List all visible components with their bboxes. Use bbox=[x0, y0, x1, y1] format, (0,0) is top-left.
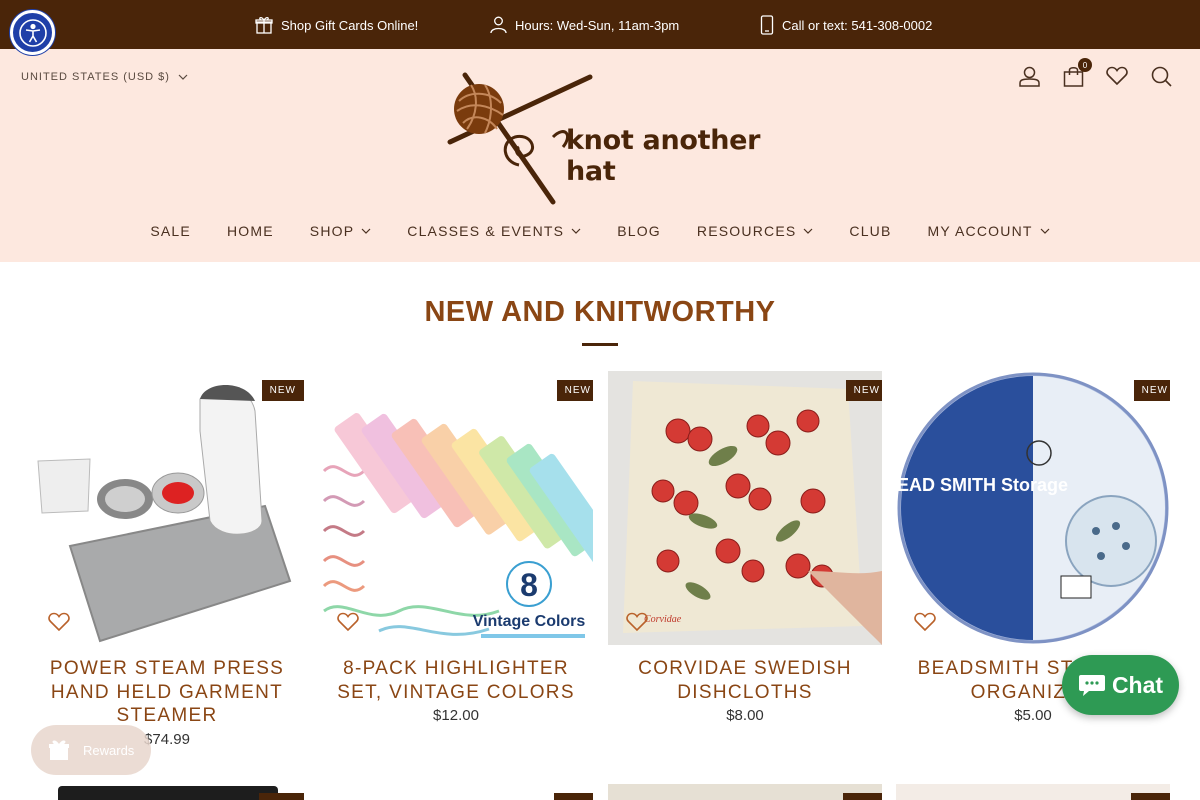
new-badge: NEW bbox=[261, 380, 304, 401]
product-name[interactable]: POWER STEAM PRESS HAND HELD GARMENT STEA… bbox=[30, 657, 304, 728]
search-button[interactable] bbox=[1150, 65, 1172, 87]
add-to-wishlist-button[interactable] bbox=[48, 612, 70, 637]
chat-bubble-icon bbox=[1078, 675, 1105, 696]
hours-info: Hours: Wed-Sun, 11am-3pm bbox=[490, 14, 679, 36]
nav-club[interactable]: CLUB bbox=[849, 223, 891, 239]
heart-icon bbox=[1106, 66, 1128, 86]
product-name[interactable]: 8-PACK HIGHLIGHTER SET, VINTAGE COLORS bbox=[319, 657, 593, 704]
product-card-partial[interactable] bbox=[608, 784, 882, 800]
rewards-label: Rewards bbox=[83, 742, 135, 758]
nav-classes-events[interactable]: CLASSES & EVENTS bbox=[407, 223, 581, 239]
image-number: 8 bbox=[520, 567, 538, 603]
shopify-chat-button[interactable]: Chat bbox=[1062, 655, 1179, 715]
currency-label: UNITED STATES (USD $) bbox=[21, 71, 170, 83]
nav-sale[interactable]: SALE bbox=[150, 223, 191, 239]
gift-icon bbox=[255, 17, 273, 34]
header-actions: 0 bbox=[1018, 58, 1172, 87]
cart-count-badge: 0 bbox=[1078, 58, 1092, 72]
product-image[interactable]: BEAD SMITH Storage NEW bbox=[896, 371, 1170, 645]
image-caption: Vintage Colors bbox=[473, 613, 586, 630]
nav-club-label: CLUB bbox=[849, 223, 892, 239]
product-card-partial[interactable] bbox=[30, 784, 304, 800]
new-badge: NEW bbox=[845, 380, 882, 401]
product-card[interactable]: NEW POWER STEAM PRESS HAND HELD GARMENT … bbox=[30, 371, 304, 748]
product-name[interactable]: CORVIDAE SWEDISH DISHCLOTHS bbox=[608, 657, 882, 704]
nav-sale-label: SALE bbox=[150, 223, 191, 239]
cherry-dishcloth-image: Corvidae bbox=[608, 371, 882, 645]
logo-text: knot another hat bbox=[566, 125, 761, 187]
heart-icon bbox=[48, 612, 70, 632]
new-badge-partial bbox=[1131, 793, 1170, 800]
add-to-wishlist-button[interactable] bbox=[337, 612, 359, 637]
new-badge: NEW bbox=[556, 380, 593, 401]
product-price: $8.00 bbox=[726, 707, 764, 724]
image-caption: Corvidae bbox=[644, 614, 682, 625]
phone-text: Call or text: 541-308-0002 bbox=[782, 17, 933, 33]
product-card-partial[interactable] bbox=[896, 784, 1170, 800]
bead-storage-image: BEAD SMITH Storage bbox=[896, 372, 1169, 644]
add-to-wishlist-button[interactable] bbox=[914, 612, 936, 637]
highlighter-set-image: 8 Vintage Colors bbox=[322, 413, 593, 638]
chat-label: Chat bbox=[1111, 671, 1164, 698]
nav-home-label: HOME bbox=[226, 223, 274, 239]
nav-resources-label: RESOURCES bbox=[696, 223, 797, 239]
nav-resources[interactable]: RESOURCES bbox=[697, 223, 813, 239]
person-icon bbox=[490, 16, 507, 34]
nav-shop-label: SHOP bbox=[309, 223, 355, 239]
store-logo[interactable]: knot another hat bbox=[445, 67, 770, 207]
add-to-wishlist-button[interactable] bbox=[626, 612, 648, 637]
nav-blog-label: BLOG bbox=[617, 223, 661, 239]
new-badge-partial bbox=[259, 793, 304, 800]
nav-my-account[interactable]: MY ACCOUNT bbox=[928, 223, 1050, 239]
rewards-launcher[interactable]: Rewards bbox=[31, 725, 151, 775]
new-badge-partial bbox=[843, 793, 882, 800]
garment-steamer-image bbox=[37, 385, 292, 643]
chevron-down-icon bbox=[178, 74, 188, 80]
announcement-bar: Shop Gift Cards Online! Hours: Wed-Sun, … bbox=[0, 0, 1200, 49]
product-image[interactable]: NEW bbox=[30, 371, 304, 645]
phone-icon bbox=[760, 15, 774, 35]
wishlist-button[interactable] bbox=[1106, 65, 1128, 87]
heart-icon bbox=[914, 612, 936, 632]
nav-shop[interactable]: SHOP bbox=[310, 223, 371, 239]
hours-text: Hours: Wed-Sun, 11am-3pm bbox=[515, 17, 680, 33]
product-card-partial[interactable] bbox=[319, 784, 593, 800]
gift-icon bbox=[49, 740, 69, 760]
nav-classes-label: CLASSES & EVENTS bbox=[407, 223, 565, 239]
cart-button[interactable]: 0 bbox=[1062, 58, 1092, 87]
product-card[interactable]: 8 Vintage Colors NEW 8-PACK HIGHLIGHTER … bbox=[319, 371, 593, 724]
accessibility-icon bbox=[18, 18, 47, 47]
site-header: UNITED STATES (USD $) knot another hat 0 bbox=[0, 49, 1200, 262]
section-title: NEW AND KNITWORTHY bbox=[424, 296, 776, 328]
nav-account-label: MY ACCOUNT bbox=[927, 223, 1033, 239]
heart-icon bbox=[626, 612, 648, 632]
nav-blog[interactable]: BLOG bbox=[617, 223, 661, 239]
image-brand-text: BEAD SMITH Storage bbox=[896, 475, 1068, 495]
account-button[interactable] bbox=[1018, 65, 1040, 87]
search-icon bbox=[1151, 66, 1172, 87]
gift-cards-link[interactable]: Shop Gift Cards Online! bbox=[255, 14, 418, 36]
user-icon bbox=[1018, 66, 1040, 87]
chevron-down-icon bbox=[1040, 228, 1050, 234]
title-divider bbox=[582, 343, 618, 346]
chevron-down-icon bbox=[361, 228, 371, 234]
main-navigation: SALE HOME SHOP CLASSES & EVENTS BLOG RES… bbox=[0, 223, 1200, 239]
new-badge-partial bbox=[554, 793, 593, 800]
chevron-down-icon bbox=[571, 228, 581, 234]
currency-selector[interactable]: UNITED STATES (USD $) bbox=[21, 71, 188, 83]
product-price: $12.00 bbox=[433, 707, 479, 724]
product-image[interactable]: Corvidae NEW bbox=[608, 371, 882, 645]
product-image[interactable]: 8 Vintage Colors NEW bbox=[319, 371, 593, 645]
new-badge: NEW bbox=[1133, 380, 1170, 401]
gift-cards-text: Shop Gift Cards Online! bbox=[281, 17, 419, 33]
phone-link[interactable]: Call or text: 541-308-0002 bbox=[760, 14, 932, 36]
nav-home[interactable]: HOME bbox=[227, 223, 274, 239]
product-image-partial bbox=[58, 786, 278, 800]
heart-icon bbox=[337, 612, 359, 632]
chevron-down-icon bbox=[803, 228, 813, 234]
product-card[interactable]: Corvidae NEW CORVIDAE SWEDISH DISHCLOTHS… bbox=[608, 371, 882, 724]
accessibility-button[interactable] bbox=[10, 10, 55, 55]
